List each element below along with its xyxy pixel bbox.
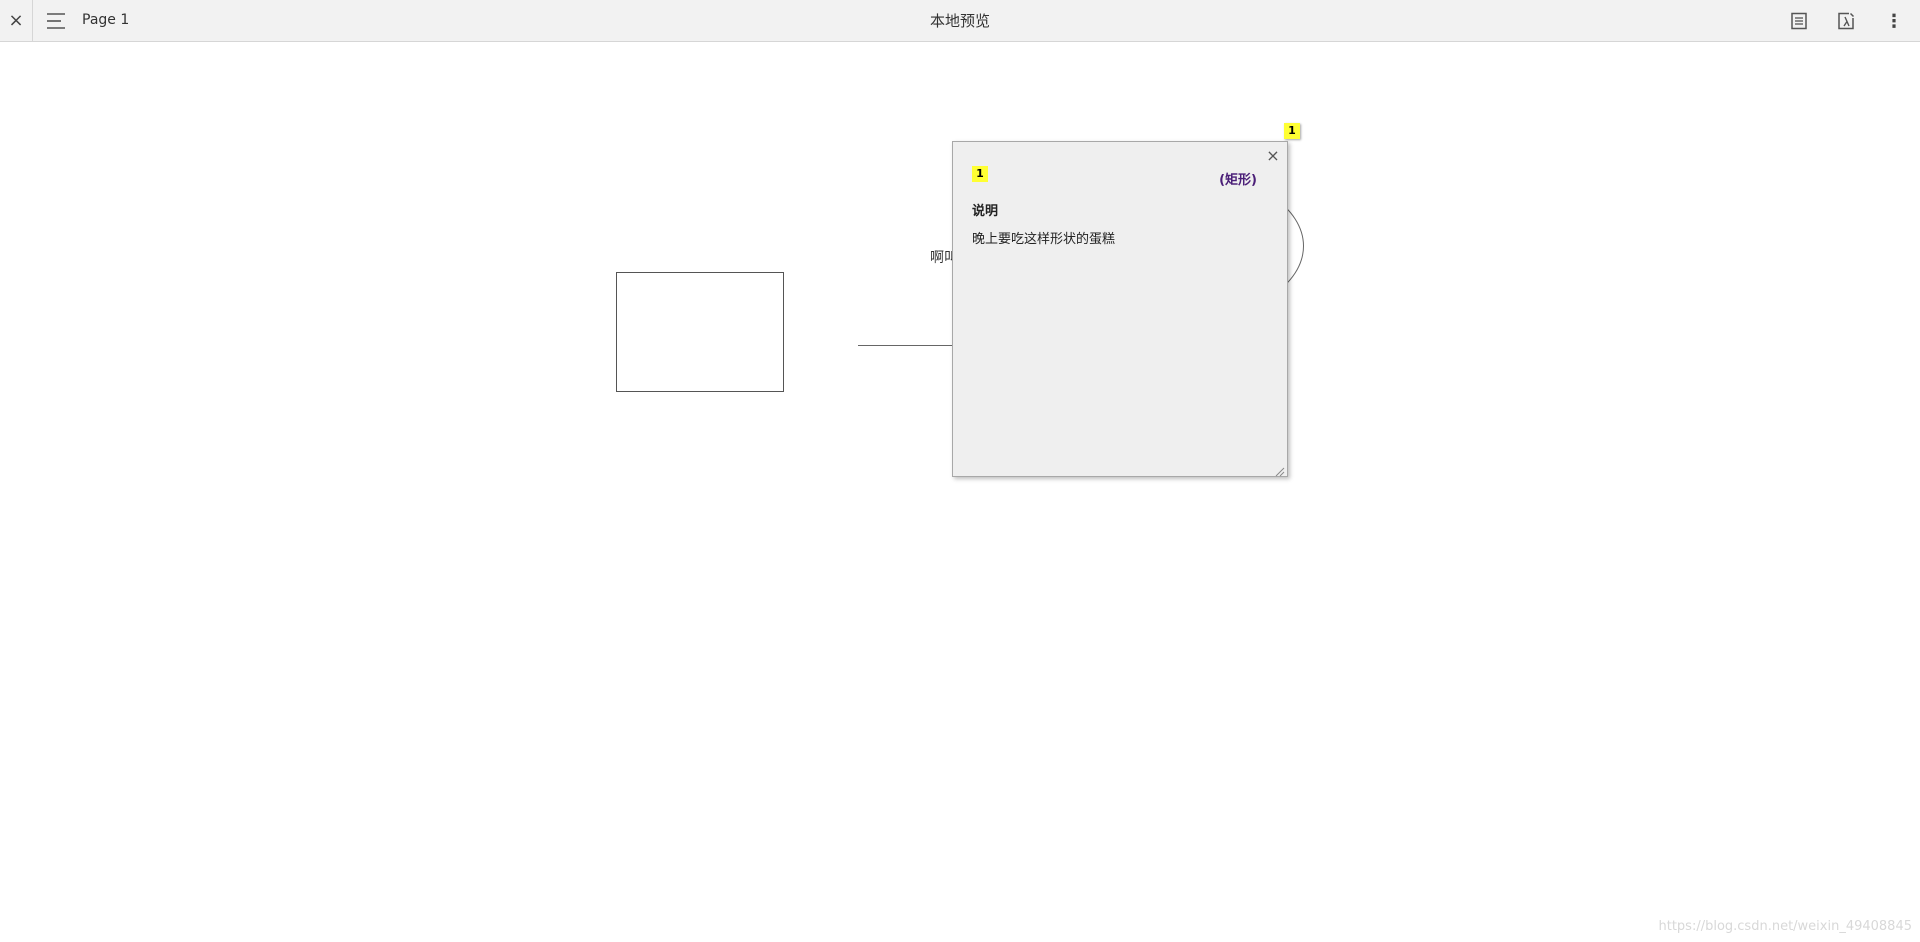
annotation-marker[interactable]: 1 [1284,123,1300,139]
note-type-label: (矩形) [1219,173,1257,188]
document-icon [1791,12,1807,30]
watermark: https://blog.csdn.net/weixin_49408845 [1658,919,1912,934]
toolbar: × Page 1 本地预览 ⋮ [0,0,1920,42]
document-view-button[interactable] [1787,9,1811,33]
resize-grip-icon [1275,467,1285,477]
annotate-edit-icon [1838,12,1855,30]
close-icon: × [1266,145,1280,165]
note-close-button[interactable]: × [1265,145,1281,165]
more-vertical-icon: ⋮ [1885,10,1903,32]
close-icon: × [8,10,24,31]
resize-handle[interactable] [1273,462,1285,477]
more-options-button[interactable]: ⋮ [1882,9,1906,33]
window-title-wrap: 本地预览 [0,10,1920,31]
note-number-badge: 1 [972,166,988,182]
window-title: 本地预览 [929,12,990,30]
note-content: 晚上要吃这样形状的蛋糕 [972,232,1116,247]
menu-button[interactable] [44,9,68,33]
page-indicator: Page 1 [82,12,130,28]
note-label: 说明 [972,204,999,219]
annotate-button[interactable] [1834,9,1858,33]
rectangle-shape [616,272,784,392]
line-shape [858,345,958,346]
close-button[interactable]: × [0,0,33,41]
hamburger-icon [47,13,65,29]
annotation-note-popup[interactable]: × 1 (矩形) 说明 晚上要吃这样形状的蛋糕 [952,141,1288,477]
